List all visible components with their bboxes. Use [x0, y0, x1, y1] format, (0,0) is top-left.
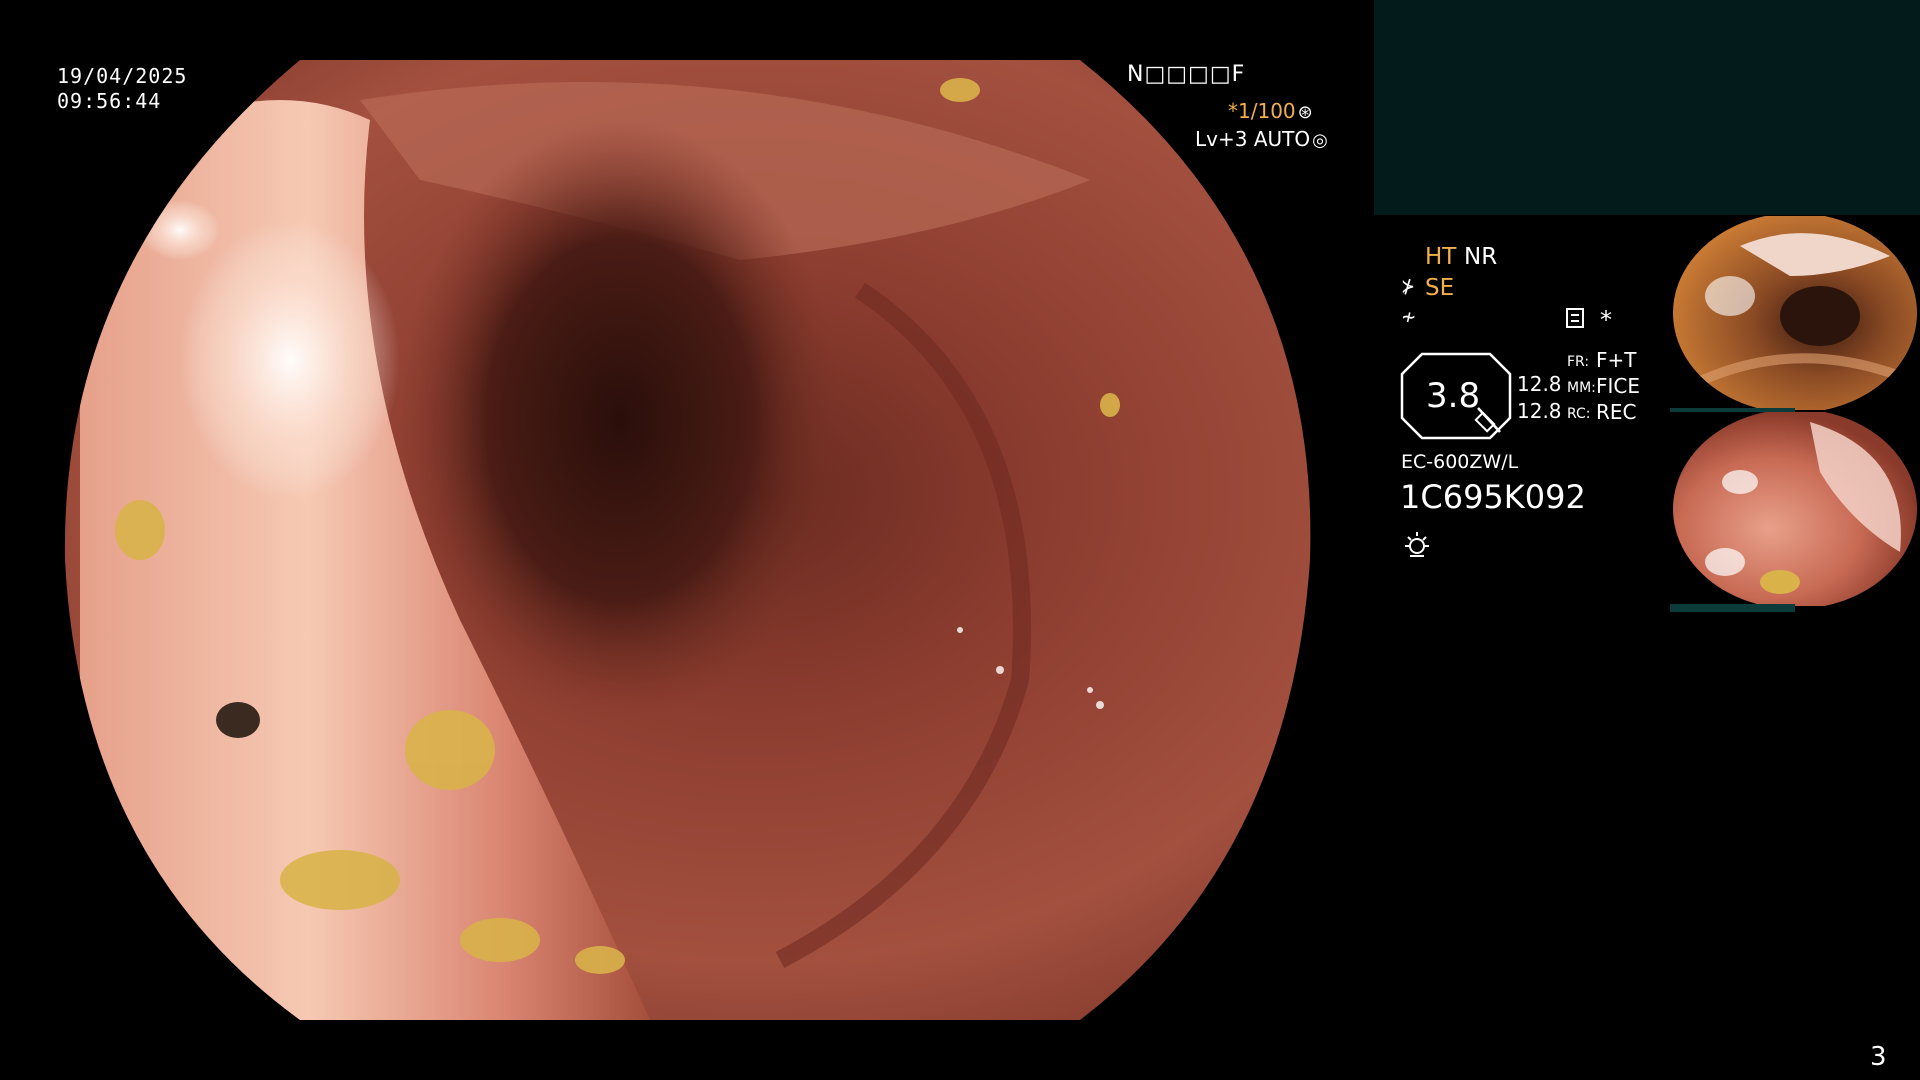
f-icon: ≁: [1402, 305, 1416, 330]
measure-bottom: 12.8: [1517, 399, 1562, 423]
level-readout: Lv+3 AUTO ◎: [1195, 127, 1328, 151]
scope-model: EC-600ZW/L: [1401, 451, 1519, 473]
se-label: SE: [1425, 275, 1455, 301]
star-icon: *: [1600, 306, 1612, 334]
endoscopy-main-view: [64, 60, 1311, 1020]
menu-icon: [1566, 308, 1584, 328]
measure-top: 12.8: [1517, 372, 1562, 396]
info-panel: [1374, 0, 1920, 215]
scope-serial: 1C695K092: [1400, 478, 1586, 516]
ht-label: HT: [1425, 244, 1457, 270]
thumbnail-2-image: [1673, 412, 1917, 606]
mm-label: MM:: [1567, 380, 1596, 396]
patient-id: N□□□□F: [1127, 62, 1246, 87]
rc-label: RC:: [1567, 406, 1591, 422]
page-number: 3: [1870, 1042, 1887, 1072]
fr-value: F+T: [1596, 348, 1637, 372]
thumbnail-2[interactable]: [1670, 412, 1920, 606]
shutter-icon: ⊛: [1297, 102, 1313, 123]
thumbnail-1[interactable]: [1670, 216, 1920, 410]
mm-value: FICE: [1596, 374, 1641, 398]
datetime: 19/04/2025 09:56:44: [57, 64, 187, 114]
fr-label: FR:: [1567, 354, 1590, 370]
thumbnail-1-image: [1673, 216, 1917, 410]
level-text: Lv+3 AUTO: [1195, 127, 1311, 151]
auto-icon: ◎: [1312, 130, 1328, 151]
thumbnail-2-bar: [1670, 604, 1795, 612]
nr-label: NR: [1464, 244, 1498, 270]
time-text: 09:56:44: [57, 89, 162, 113]
light-icon: [1405, 532, 1429, 557]
rc-value: REC: [1596, 400, 1637, 424]
date-text: 19/04/2025: [57, 64, 188, 88]
shutter-text: *1/100: [1228, 99, 1296, 123]
shutter-readout: *1/100 ⊛: [1228, 99, 1313, 123]
zoom-value: 3.8: [1426, 376, 1481, 416]
scope-tip-icon: ⊁: [1402, 274, 1415, 298]
